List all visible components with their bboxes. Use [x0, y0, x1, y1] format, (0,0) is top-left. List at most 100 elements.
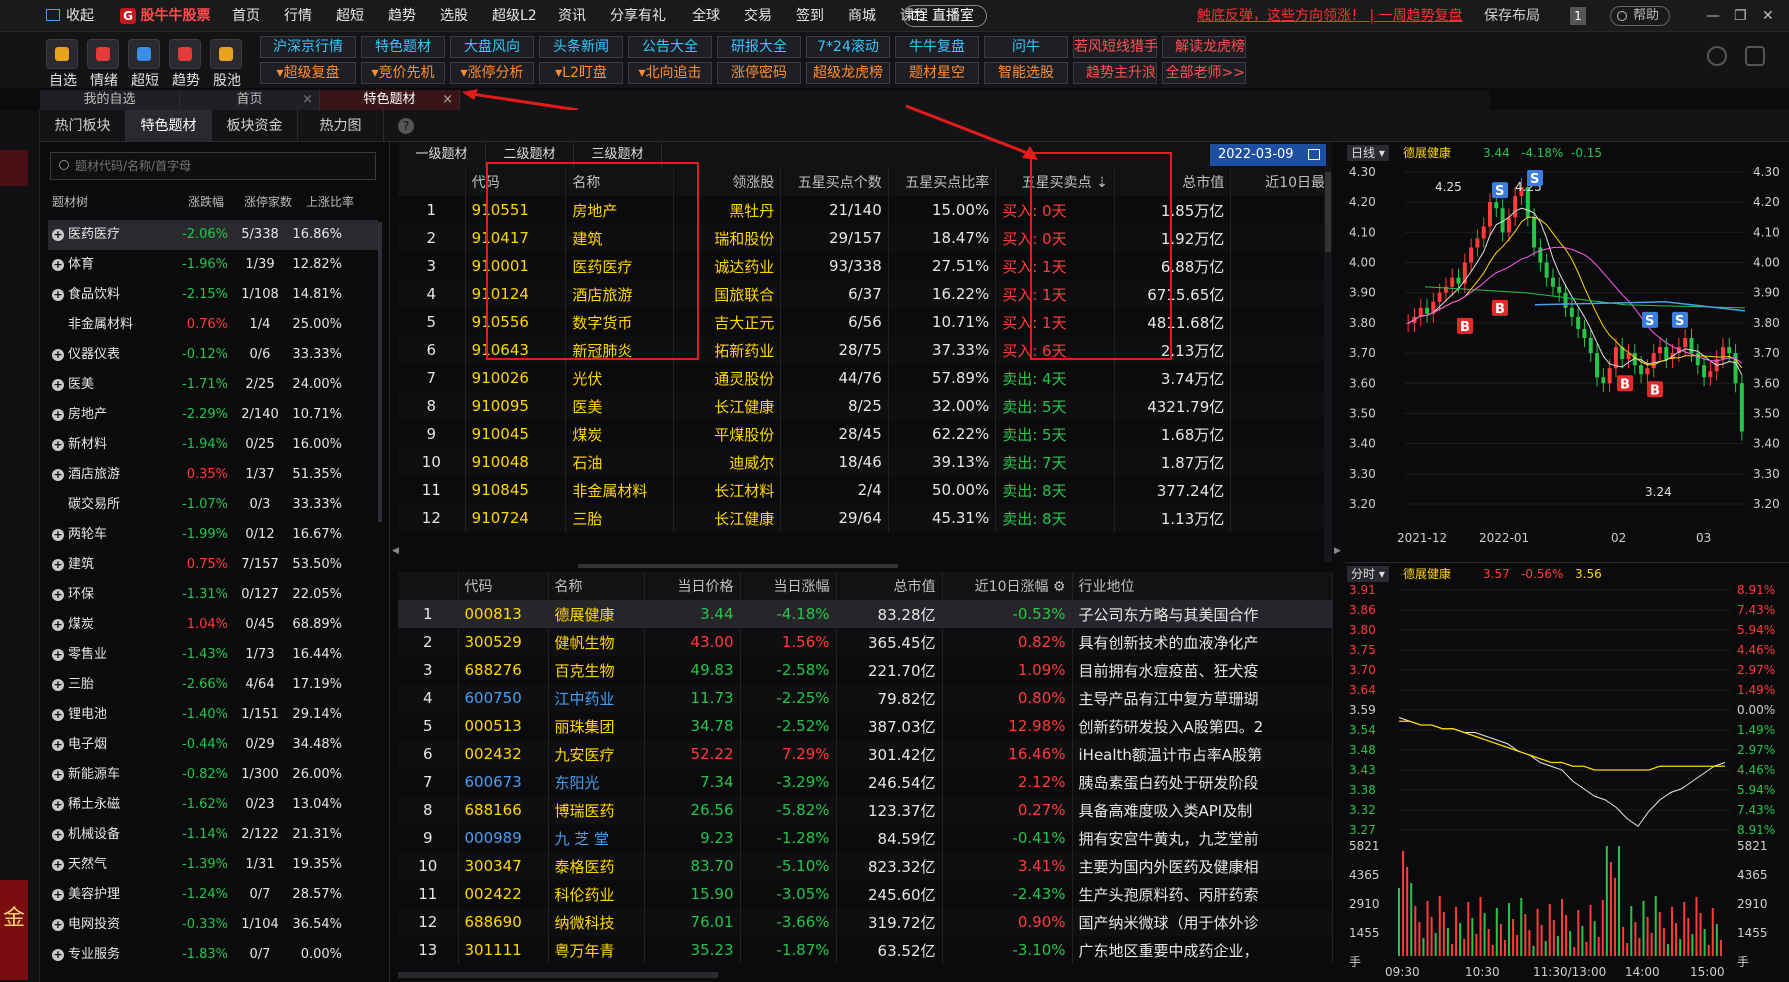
intraday-period-select[interactable]: 分时 ▾	[1347, 566, 1389, 582]
intraday-chart[interactable]: 3.91 8.91% 3.86 7.43% 3.80 5.94% 3.75 4.46% 3.70…	[1345, 584, 1789, 982]
expand-icon[interactable]: +	[52, 259, 64, 271]
quick-link[interactable]: 智能选股	[984, 62, 1068, 84]
theme-search-input[interactable]	[75, 155, 365, 177]
theme-row[interactable]: + 食品饮料 -2.15% 1/108 14.81%	[48, 280, 378, 310]
chart-icon[interactable]	[210, 39, 242, 69]
theme-row[interactable]: + 建筑 0.75% 7/157 53.50%	[48, 550, 378, 580]
menu-item[interactable]: 全球	[692, 0, 720, 32]
menu-item[interactable]: 超短	[336, 0, 364, 32]
theme-row[interactable]: 碳交易所 -1.07% 0/3 33.33%	[48, 490, 378, 520]
theme-row[interactable]: 非金属材料 0.76% 1/4 25.00%	[48, 310, 378, 340]
v-scrollbar[interactable]	[1325, 172, 1331, 252]
sell-marker[interactable]: S	[1672, 311, 1688, 329]
sell-marker[interactable]: S	[1527, 170, 1543, 187]
live-room-button[interactable]: 直播室	[903, 5, 987, 27]
expand-icon[interactable]: +	[52, 439, 64, 451]
theme-table-row[interactable]: 9 910045 煤炭 平煤股份 28/45 62.22% 卖出: 5天 1.68万亿	[398, 420, 1332, 448]
quick-link[interactable]: 解读龙虎榜	[1162, 36, 1246, 58]
theme-row[interactable]: + 专业服务 -1.83% 0/7 0.00%	[48, 940, 378, 970]
menu-item[interactable]: 资讯	[558, 0, 586, 32]
quick-link[interactable]: ▾L2盯盘	[539, 62, 623, 84]
theme-row[interactable]: + 零售业 -1.43% 1/73 16.44%	[48, 640, 378, 670]
quick-link[interactable]: 题材星空	[895, 62, 979, 84]
expand-icon[interactable]: +	[52, 529, 64, 541]
col-header[interactable]: 代码	[458, 572, 549, 600]
theme-row[interactable]: + 医药医疗 -2.06% 5/338 16.86%	[48, 220, 378, 250]
promo-side-icon[interactable]: 金	[0, 880, 28, 980]
collapse-right-icon[interactable]: ▶	[1334, 546, 1341, 560]
theme-table-row[interactable]: 11 910845 非金属材料 长江材料 2/4 50.00% 卖出: 8天 377.24亿	[398, 476, 1332, 504]
col-header[interactable]: 五星买点个数	[780, 168, 889, 196]
theme-table-row[interactable]: 7 910026 光伏 通灵股份 44/76 57.89% 卖出: 4天 3.74万亿	[398, 364, 1332, 392]
ban-icon[interactable]	[169, 39, 201, 69]
col-header[interactable]: 行业地位	[1072, 572, 1333, 600]
expand-icon[interactable]: +	[52, 559, 64, 571]
restore-icon[interactable]: ❐	[1734, 0, 1747, 32]
col-header[interactable]: 近10日涨幅 ⚙	[942, 572, 1073, 600]
expand-icon[interactable]: +	[52, 469, 64, 481]
expand-icon[interactable]: +	[52, 349, 64, 361]
expand-icon[interactable]: +	[52, 379, 64, 391]
buy-marker[interactable]: B	[1492, 299, 1508, 317]
expand-icon[interactable]: +	[52, 799, 64, 811]
stock-table-row[interactable]: 5 000513 丽珠集团 34.78 -2.52% 387.03亿 12.98% 创新药研发…	[398, 712, 1333, 740]
menu-item[interactable]: 趋势	[388, 0, 416, 32]
col-header[interactable]: 名称	[548, 572, 645, 600]
theme-table-row[interactable]: 10 910048 石油 迪威尔 18/46 39.13% 卖出: 7天 1.87万亿	[398, 448, 1332, 476]
menu-item[interactable]: 交易	[744, 0, 772, 32]
stock-table-row[interactable]: 2 300529 健帆生物 43.00 1.56% 365.45亿 0.82% 具有创新技术的…	[398, 628, 1333, 656]
buy-marker[interactable]: B	[1617, 375, 1633, 392]
expand-icon[interactable]: +	[52, 709, 64, 721]
quick-link[interactable]: 问牛	[984, 36, 1068, 58]
stock-table-row[interactable]: 8 688166 博瑞医药 26.56 -5.82% 123.37亿 0.27% 具备高难度吸…	[398, 796, 1333, 824]
subtab-hot-sectors[interactable]: 热门板块	[40, 110, 126, 142]
expand-icon[interactable]: +	[52, 619, 64, 631]
favorites-toggle[interactable]: 收起	[46, 0, 94, 32]
menu-item[interactable]: 超级L2	[492, 0, 537, 32]
quick-link[interactable]: 若风短线猎手	[1073, 36, 1158, 58]
sell-marker[interactable]: S	[1492, 182, 1508, 199]
theme-row[interactable]: + 房地产 -2.29% 2/140 10.71%	[48, 400, 378, 430]
message-icon[interactable]	[1745, 46, 1765, 66]
expand-icon[interactable]: +	[52, 229, 64, 241]
theme-table-row[interactable]: 12 910724 三胎 长江健康 29/64 45.31% 卖出: 8天 1.13万亿	[398, 504, 1332, 532]
quick-link[interactable]: 超级龙虎榜	[806, 62, 890, 84]
quick-link[interactable]: 牛牛复盘	[895, 36, 979, 58]
quick-link[interactable]: 7*24滚动	[806, 36, 890, 58]
stock-table-row[interactable]: 7 600673 东阳光 7.34 -3.29% 246.54亿 2.12% 胰岛素蛋白药处于…	[398, 768, 1333, 796]
quick-link[interactable]: 公告大全	[628, 36, 712, 58]
col-theme-tree[interactable]: 题材树	[52, 190, 88, 214]
close-tab-icon[interactable]: ×	[442, 90, 453, 110]
quick-link[interactable]: 特色题材	[361, 36, 445, 58]
expand-icon[interactable]: +	[52, 679, 64, 691]
bottom-scrollbar[interactable]	[398, 972, 718, 978]
quick-link[interactable]: ▾涨停分析	[450, 62, 534, 84]
theme-row[interactable]: + 锂电池 -1.40% 1/151 29.14%	[48, 700, 378, 730]
stock-table-row[interactable]: 4 600750 江中药业 11.73 -2.25% 79.82亿 0.80% 主导产品有江中…	[398, 684, 1333, 712]
tab-level1[interactable]: 一级题材	[398, 142, 486, 168]
theme-table-row[interactable]: 8 910095 医美 长江健康 8/25 32.00% 卖出: 5天 4321.79亿	[398, 392, 1332, 420]
expand-icon[interactable]: +	[52, 829, 64, 841]
theme-row[interactable]: + 新能源车 -0.82% 1/300 26.00%	[48, 760, 378, 790]
quick-link[interactable]: 全部老师>>	[1162, 62, 1246, 84]
buy-marker[interactable]: B	[1647, 381, 1663, 398]
close-icon[interactable]: ✕	[1762, 0, 1774, 32]
quick-link[interactable]: 大盘风向	[450, 36, 534, 58]
sell-marker[interactable]: S	[1642, 311, 1658, 329]
tab-watchlist[interactable]: 我的自选	[40, 90, 180, 110]
kline-chart[interactable]: 4.30 4.30 4.20 4.20 4.10 4.10 4.00 4.00 3.90 3.90…	[1345, 164, 1789, 562]
col-header[interactable]: 五星买点比率	[888, 168, 997, 196]
quick-link[interactable]: 趋势主升浪	[1073, 62, 1157, 84]
col-header[interactable]: 当日价格	[644, 572, 741, 600]
expand-icon[interactable]: +	[52, 889, 64, 901]
help-button[interactable]: 帮助	[1610, 6, 1671, 26]
expand-icon[interactable]: +	[52, 859, 64, 871]
menu-item[interactable]: 首页	[232, 0, 260, 32]
theme-row[interactable]: + 机械设备 -1.14% 2/122 21.31%	[48, 820, 378, 850]
stock-table-row[interactable]: 13 301111 粤万年青 35.23 -1.87% 63.52亿 -3.10% 广东地区重…	[398, 936, 1333, 964]
theme-row[interactable]: + 环保 -1.31% 0/127 22.05%	[48, 580, 378, 610]
col-header[interactable]: 当日涨幅	[740, 572, 837, 600]
theme-row[interactable]: + 天然气 -1.39% 1/31 19.35%	[48, 850, 378, 880]
menu-item[interactable]: 行情	[284, 0, 312, 32]
save-layout-button[interactable]: 保存布局	[1484, 0, 1540, 32]
